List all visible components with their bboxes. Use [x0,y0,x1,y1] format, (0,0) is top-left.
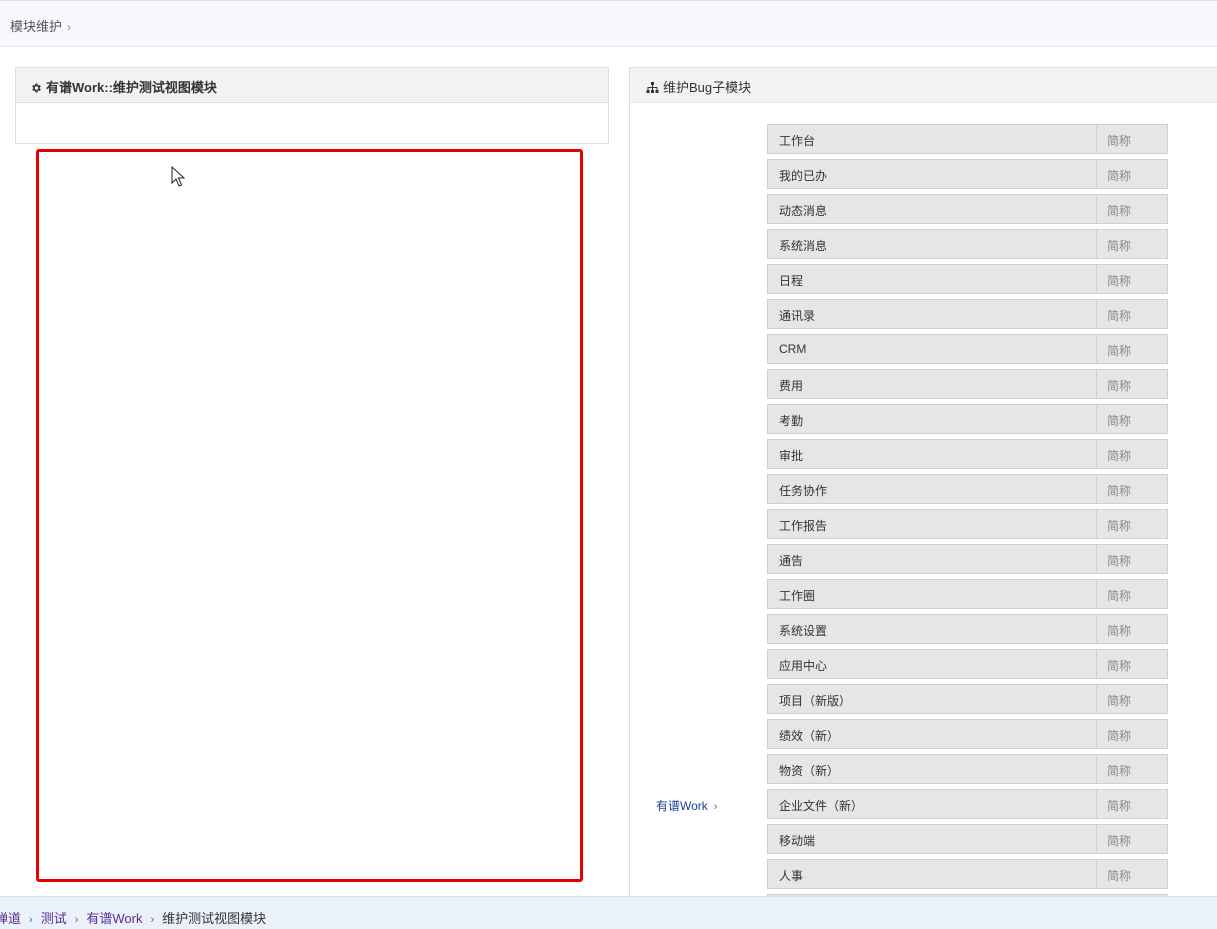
submodule-short-name-input[interactable]: 简称 [1097,685,1167,713]
submodule-short-name-input[interactable]: 简称 [1097,580,1167,608]
bottom-breadcrumb-item[interactable]: 禅道 [0,911,21,926]
view-module-panel-header: 有谱Work::维护测试视图模块 [16,68,608,103]
submodule-short-name-input[interactable]: 简称 [1097,755,1167,783]
bug-submodule-panel-title: 维护Bug子模块 [663,80,752,95]
bottom-breadcrumb-item[interactable]: 测试 [41,911,67,926]
submodule-row: 工作台 简称 [767,124,1168,154]
submodule-name-input[interactable]: 系统消息 [768,230,1097,258]
submodule-name-input[interactable]: 日程 [768,265,1097,293]
view-module-panel: 有谱Work::维护测试视图模块 [15,67,609,144]
submodule-short-name-input[interactable]: 简称 [1097,335,1167,363]
chevron-right-icon: › [74,914,79,926]
bottom-breadcrumb-item: 维护测试视图模块 [162,911,267,926]
top-breadcrumb-bar: 模块维护 › [0,0,1217,47]
submodule-list: 工作台 简称 我的已办 简称 动态消息 简称 系统消息 简称 日程 简称 通讯录 简称 CRM 简称 费用简… [767,124,1168,900]
chevron-right-icon: › [713,801,718,813]
bug-submodule-panel-header: 维护Bug子模块 [630,68,1217,103]
submodule-name-input[interactable]: 应用中心 [768,650,1097,678]
chevron-right-icon: › [150,914,155,926]
submodule-short-name-input[interactable]: 简称 [1097,545,1167,573]
submodule-short-name-input[interactable]: 简称 [1097,125,1167,153]
submodule-short-name-input[interactable]: 简称 [1097,510,1167,538]
submodule-name-input[interactable]: 系统设置 [768,615,1097,643]
submodule-name-input[interactable]: 绩效（新） [768,720,1097,748]
submodule-row: 任务协作 简称 [767,474,1168,504]
submodule-short-name-input[interactable]: 简称 [1097,195,1167,223]
submodule-short-name-input[interactable]: 简称 [1097,370,1167,398]
parent-module-link[interactable]: 有谱Work › [656,797,717,814]
submodule-name-input[interactable]: 审批 [768,440,1097,468]
submodule-name-input[interactable]: 考勤 [768,405,1097,433]
submodule-name-input[interactable]: 物资（新） [768,755,1097,783]
bottom-breadcrumb-bar: 禅道 › 测试 › 有谱Work › 维护测试视图模块 [0,896,1217,929]
bug-submodule-panel: 维护Bug子模块 有谱Work › 工作台 简称 我的已办 简称 动态消息 简称 系统消息 简称… [629,67,1217,900]
submodule-row: 项目（新版） 简称 [767,684,1168,714]
submodule-short-name-input[interactable]: 简称 [1097,650,1167,678]
submodule-name-input[interactable]: 项目（新版） [768,685,1097,713]
bottom-breadcrumb-item[interactable]: 有谱Work [86,911,142,926]
submodule-short-name-input[interactable]: 简称 [1097,405,1167,433]
highlight-frame [36,149,583,882]
submodule-short-name-input[interactable]: 简称 [1097,720,1167,748]
submodule-row: 工作报告 简称 [767,509,1168,539]
submodule-short-name-input[interactable]: 简称 [1097,265,1167,293]
submodule-name-input[interactable]: 通告 [768,545,1097,573]
submodule-row: 工作圈 简称 [767,579,1168,609]
submodule-name-input[interactable]: 我的已办 [768,160,1097,188]
parent-module-link-label: 有谱Work [656,799,708,813]
submodule-name-input[interactable]: 工作台 [768,125,1097,153]
submodule-name-input[interactable]: 通讯录 [768,300,1097,328]
submodule-row: 物资（新） 简称 [767,754,1168,784]
submodule-row: 系统消息 简称 [767,229,1168,259]
submodule-name-input[interactable]: 工作报告 [768,510,1097,538]
sitemap-icon [646,81,659,93]
submodule-name-input[interactable]: 人事 [768,860,1097,888]
submodule-name-input[interactable]: 动态消息 [768,195,1097,223]
submodule-short-name-input[interactable]: 简称 [1097,300,1167,328]
submodule-short-name-input[interactable]: 简称 [1097,860,1167,888]
mouse-cursor-icon [171,166,185,187]
submodule-row: 绩效（新） 简称 [767,719,1168,749]
submodule-name-input[interactable]: 企业文件（新） [768,790,1097,818]
submodule-name-input[interactable]: 工作圈 [768,580,1097,608]
gear-icon [32,83,41,93]
submodule-row: 系统设置 简称 [767,614,1168,644]
submodule-row: 动态消息 简称 [767,194,1168,224]
submodule-short-name-input[interactable]: 简称 [1097,160,1167,188]
view-module-panel-title: 有谱Work::维护测试视图模块 [46,80,217,95]
submodule-row: 人事 简称 [767,859,1168,889]
submodule-row: 考勤 简称 [767,404,1168,434]
submodule-short-name-input[interactable]: 简称 [1097,615,1167,643]
submodule-row: 通告 简称 [767,544,1168,574]
submodule-row: 通讯录 简称 [767,299,1168,329]
submodule-short-name-input[interactable]: 简称 [1097,475,1167,503]
submodule-row: 我的已办 简称 [767,159,1168,189]
submodule-row: 应用中心 简称 [767,649,1168,679]
breadcrumb-label: 模块维护 [10,19,63,34]
submodule-row: CRM 简称 [767,334,1168,364]
submodule-name-input[interactable]: 移动端 [768,825,1097,853]
submodule-row: 移动端 简称 [767,824,1168,854]
submodule-row: 企业文件（新） 简称 [767,789,1168,819]
breadcrumb-module-maintenance[interactable]: 模块维护 › [10,16,71,35]
submodule-short-name-input[interactable]: 简称 [1097,825,1167,853]
submodule-row: 审批 简称 [767,439,1168,469]
chevron-right-icon: › [67,20,72,34]
submodule-row: 费用 简称 [767,369,1168,399]
submodule-name-input[interactable]: 费用 [768,370,1097,398]
chevron-right-icon: › [29,914,33,926]
submodule-name-input[interactable]: CRM [768,335,1097,363]
submodule-short-name-input[interactable]: 简称 [1097,790,1167,818]
submodule-row: 日程 简称 [767,264,1168,294]
submodule-short-name-input[interactable]: 简称 [1097,440,1167,468]
submodule-name-input[interactable]: 任务协作 [768,475,1097,503]
bottom-breadcrumb: 禅道 › 测试 › 有谱Work › 维护测试视图模块 [0,908,266,927]
submodule-short-name-input[interactable]: 简称 [1097,230,1167,258]
